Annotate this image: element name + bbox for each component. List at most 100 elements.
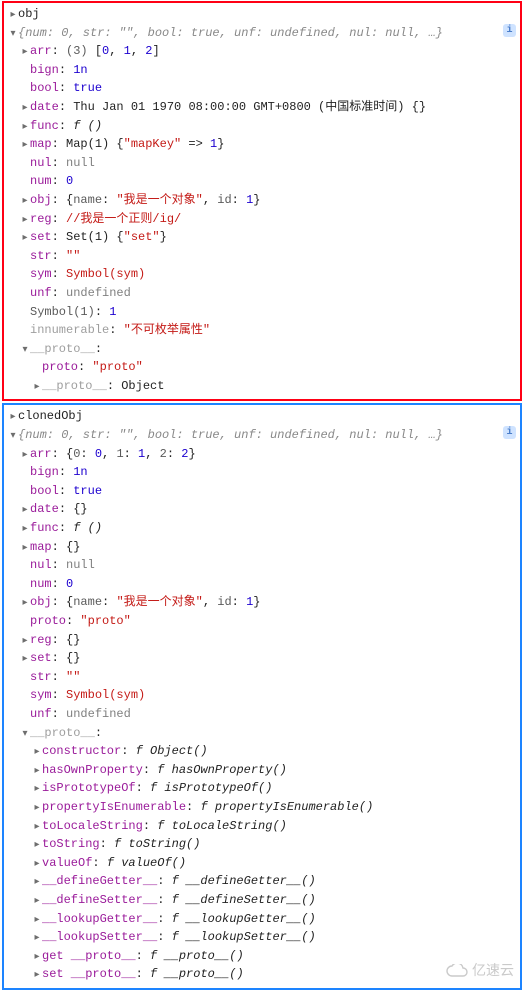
c-date[interactable]: date: {} — [8, 500, 516, 519]
obj-date[interactable]: date: Thu Jan 01 1970 08:00:00 GMT+0800 … — [8, 98, 516, 117]
chevron-down-icon[interactable] — [20, 340, 30, 359]
c-reg[interactable]: reg: {} — [8, 631, 516, 650]
obj-name-row[interactable]: obj — [8, 5, 516, 24]
clonedobj-name-row[interactable]: clonedObj — [8, 407, 516, 426]
chevron-icon[interactable] — [32, 910, 42, 929]
obj-str[interactable]: str: "" — [8, 247, 516, 266]
chevron-icon[interactable] — [20, 117, 30, 136]
chevron-icon[interactable] — [20, 649, 30, 668]
chevron-icon[interactable] — [32, 835, 42, 854]
chevron-icon[interactable] — [32, 854, 42, 873]
chevron-icon[interactable] — [32, 761, 42, 780]
chevron-icon[interactable] — [32, 928, 42, 947]
chevron-icon[interactable] — [32, 965, 42, 984]
proto-method[interactable]: __defineSetter__: f __defineSetter__() — [8, 891, 516, 910]
obj-map[interactable]: map: Map(1) {"mapKey" => 1} — [8, 135, 516, 154]
obj-bool[interactable]: bool: true — [8, 79, 516, 98]
chevron-icon[interactable] — [20, 191, 30, 210]
map-value: Map(1) {"mapKey" => 1} — [66, 137, 224, 151]
chevron-icon[interactable] — [32, 872, 42, 891]
clonedobj-summary-row[interactable]: {num: 0, str: "", bool: true, unf: undef… — [8, 426, 516, 445]
chevron-icon[interactable] — [32, 742, 42, 761]
obj-reg[interactable]: reg: //我是一个正则/ig//我是一个正则/ig/ — [8, 210, 516, 229]
obj-sym[interactable]: sym: Symbol(sym) — [8, 265, 516, 284]
arr-value: {0: 0, 1: 1, 2: 2} — [66, 447, 196, 461]
chevron-icon[interactable] — [20, 42, 30, 61]
chevron-down-icon[interactable] — [8, 24, 18, 43]
obj-set[interactable]: set: Set(1) {"set"} — [8, 228, 516, 247]
obj-obj[interactable]: obj: {name: "我是一个对象", id: 1} — [8, 191, 516, 210]
chevron-icon[interactable] — [8, 5, 18, 24]
proto-method[interactable]: get __proto__: f __proto__() — [8, 947, 516, 966]
c-str[interactable]: str: "" — [8, 668, 516, 687]
info-icon[interactable]: i — [503, 426, 516, 439]
chevron-icon[interactable] — [20, 135, 30, 154]
chevron-icon[interactable] — [32, 947, 42, 966]
chevron-icon[interactable] — [8, 407, 18, 426]
obj-proto-proto-obj[interactable]: __proto__: Object — [8, 377, 516, 396]
chevron-icon[interactable] — [20, 500, 30, 519]
obj-proto[interactable]: __proto__: — [8, 340, 516, 359]
obj-nul[interactable]: nul: null — [8, 154, 516, 173]
c-sym[interactable]: sym: Symbol(sym) — [8, 686, 516, 705]
obj-summary: {num: 0, str: "", bool: true, unf: undef… — [18, 24, 443, 43]
c-bign[interactable]: bign: 1n — [8, 463, 516, 482]
clonedobj-panel: clonedObj {num: 0, str: "", bool: true, … — [2, 403, 522, 989]
c-func[interactable]: func: f () — [8, 519, 516, 538]
chevron-icon[interactable] — [32, 779, 42, 798]
chevron-icon[interactable] — [32, 377, 42, 396]
c-proto-val[interactable]: proto: "proto" — [8, 612, 516, 631]
c-unf[interactable]: unf: undefined — [8, 705, 516, 724]
proto-method[interactable]: hasOwnProperty: f hasOwnProperty() — [8, 761, 516, 780]
c-num[interactable]: num: 0 — [8, 575, 516, 594]
proto-method[interactable]: set __proto__: f __proto__() — [8, 965, 516, 984]
c-arr[interactable]: arr: {0: 0, 1: 1, 2: 2} — [8, 445, 516, 464]
obj-innumerable[interactable]: innumerable: "不可枚举属性" — [8, 321, 516, 340]
clonedobj-variable-name: clonedObj — [18, 407, 83, 426]
chevron-icon[interactable] — [32, 891, 42, 910]
obj-num[interactable]: num: 0 — [8, 172, 516, 191]
clonedobj-summary: {num: 0, str: "", bool: true, unf: undef… — [18, 426, 443, 445]
chevron-icon[interactable] — [20, 98, 30, 117]
c-obj[interactable]: obj: {name: "我是一个对象", id: 1} — [8, 593, 516, 612]
chevron-icon[interactable] — [32, 798, 42, 817]
watermark: 亿速云 — [446, 960, 514, 982]
arr-values: [0, 1, 2] — [95, 44, 160, 58]
c-map[interactable]: map: {} — [8, 538, 516, 557]
chevron-icon[interactable] — [32, 817, 42, 836]
proto-method[interactable]: propertyIsEnumerable: f propertyIsEnumer… — [8, 798, 516, 817]
obj-proto-proto[interactable]: proto: "proto" — [8, 358, 516, 377]
obj-summary-row[interactable]: {num: 0, str: "", bool: true, unf: undef… — [8, 24, 516, 43]
proto-method[interactable]: toString: f toString() — [8, 835, 516, 854]
obj-unf[interactable]: unf: undefined — [8, 284, 516, 303]
chevron-icon[interactable] — [20, 593, 30, 612]
set-value: Set(1) {"set"} — [66, 230, 167, 244]
obj-symbol1[interactable]: Symbol(1): 1 — [8, 303, 516, 322]
c-bool[interactable]: bool: true — [8, 482, 516, 501]
chevron-icon[interactable] — [20, 631, 30, 650]
obj-func[interactable]: func: f () — [8, 117, 516, 136]
obj-bign[interactable]: bign: 1n — [8, 61, 516, 80]
c-proto[interactable]: __proto__: — [8, 724, 516, 743]
proto-method[interactable]: __lookupGetter__: f __lookupGetter__() — [8, 910, 516, 929]
proto-method[interactable]: __defineGetter__: f __defineGetter__() — [8, 872, 516, 891]
proto-method[interactable]: __lookupSetter__: f __lookupSetter__() — [8, 928, 516, 947]
chevron-icon[interactable] — [20, 228, 30, 247]
cloud-icon — [446, 964, 468, 978]
obj-arr[interactable]: arr: (3) [0, 1, 2] — [8, 42, 516, 61]
obj-variable-name: obj — [18, 5, 40, 24]
info-icon[interactable]: i — [503, 24, 516, 37]
chevron-icon[interactable] — [20, 210, 30, 229]
proto-method[interactable]: valueOf: f valueOf() — [8, 854, 516, 873]
proto-method[interactable]: toLocaleString: f toLocaleString() — [8, 817, 516, 836]
proto-method[interactable]: constructor: f Object() — [8, 742, 516, 761]
c-set[interactable]: set: {} — [8, 649, 516, 668]
chevron-icon[interactable] — [20, 519, 30, 538]
chevron-down-icon[interactable] — [20, 724, 30, 743]
proto-method[interactable]: isPrototypeOf: f isPrototypeOf() — [8, 779, 516, 798]
c-nul[interactable]: nul: null — [8, 556, 516, 575]
chevron-icon[interactable] — [20, 538, 30, 557]
chevron-icon[interactable] — [20, 445, 30, 464]
chevron-down-icon[interactable] — [8, 426, 18, 445]
obj-panel: obj {num: 0, str: "", bool: true, unf: u… — [2, 1, 522, 401]
